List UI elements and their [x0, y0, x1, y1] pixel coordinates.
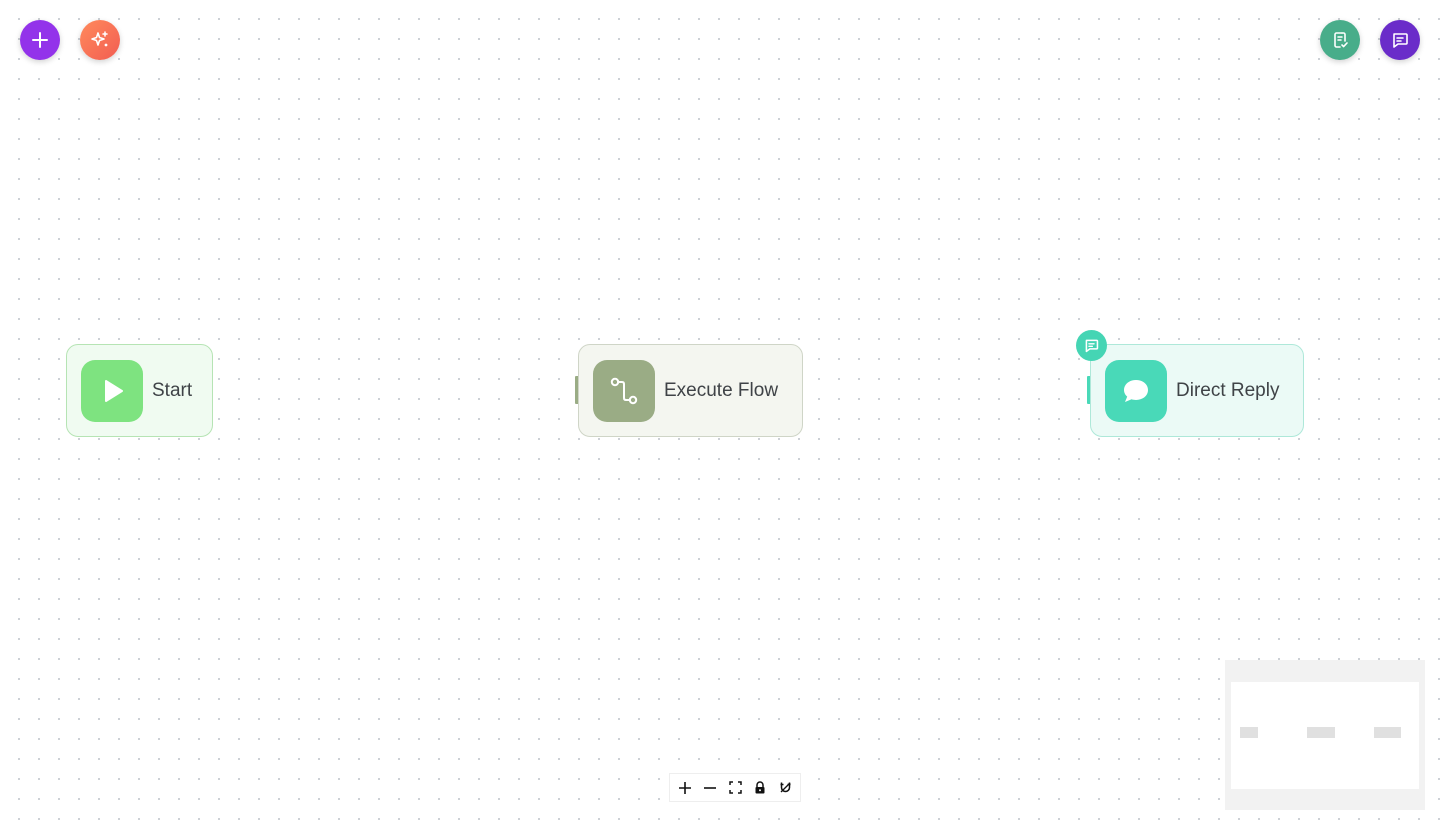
node-execute-flow[interactable]: Execute Flow: [578, 344, 803, 437]
flow-route-icon: [610, 377, 638, 404]
node-direct-reply[interactable]: Direct Reply: [1090, 344, 1304, 437]
play-icon: [105, 379, 123, 402]
node-start-label: Start: [152, 379, 193, 401]
chat-bubble-icon: [1124, 379, 1148, 402]
direct-reply-message-badge[interactable]: [1076, 330, 1107, 361]
fit-view-icon: [728, 781, 742, 794]
lock-button[interactable]: [750, 778, 770, 798]
zoom-out-button[interactable]: [700, 778, 720, 798]
node-direct-reply-label: Direct Reply: [1176, 379, 1280, 401]
minimap[interactable]: [1225, 660, 1425, 810]
minimap-node-execute-flow: [1307, 727, 1335, 738]
fit-view-button[interactable]: [725, 778, 745, 798]
node-execute-flow-icon-box: [593, 359, 655, 422]
canvas-controls: [669, 773, 801, 802]
zoom-in-button[interactable]: [675, 778, 695, 798]
minimap-node-start: [1240, 727, 1258, 738]
plus-icon: [679, 781, 691, 794]
snap-button[interactable]: [775, 778, 795, 798]
minus-icon: [704, 786, 716, 789]
node-execute-flow-label: Execute Flow: [664, 379, 779, 401]
minimap-viewport[interactable]: [1231, 682, 1419, 789]
node-start[interactable]: Start: [66, 344, 213, 437]
magnet-icon: [780, 782, 790, 793]
minimap-node-direct-reply: [1374, 727, 1401, 738]
lock-icon: [755, 781, 765, 794]
message-square-icon: [1085, 339, 1099, 353]
node-direct-reply-icon-box: [1105, 359, 1167, 422]
node-start-icon-box: [81, 359, 143, 422]
